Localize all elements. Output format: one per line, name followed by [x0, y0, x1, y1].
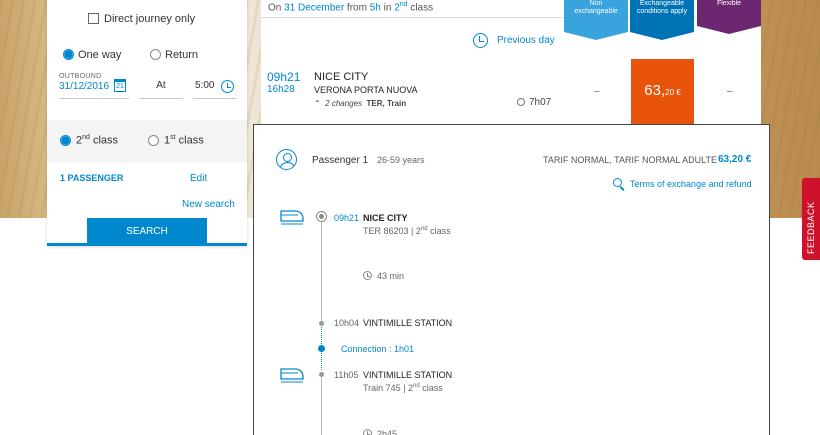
- return-radio[interactable]: [150, 49, 161, 60]
- arrival-station: VERONA PORTA NUOVA: [314, 85, 418, 95]
- terms-link[interactable]: Terms of exchange and refund: [630, 179, 752, 189]
- departure-station: NICE CITY: [314, 71, 369, 83]
- segment-station: VINTIMILLE STATION: [363, 370, 453, 380]
- segment-time: 10h04: [334, 318, 360, 328]
- price-value: 63,20 €: [644, 82, 681, 99]
- direct-journey-checkbox[interactable]: [88, 13, 99, 24]
- return-label: Return: [165, 49, 199, 61]
- fare-notch: [564, 32, 628, 40]
- fare-unavailable: –: [727, 86, 733, 97]
- duration-icon: [363, 271, 372, 280]
- timeline-segment: [321, 222, 322, 322]
- timeline-start-node: [316, 211, 327, 222]
- one-way-radio[interactable]: [63, 49, 74, 60]
- fare-exchangeable-header[interactable]: Exchangeable conditions apply: [630, 0, 694, 32]
- duration-icon: [363, 429, 372, 435]
- arrival-time: 16h28: [267, 84, 295, 95]
- selected-price-button[interactable]: 63,20 €: [631, 59, 694, 127]
- first-class-radio[interactable]: [148, 135, 159, 146]
- segment-time: 11h05: [334, 370, 359, 380]
- new-search-link[interactable]: New search: [182, 199, 235, 210]
- departure-time: 09h21: [267, 70, 301, 84]
- tariff-price: 63,20 €: [718, 154, 752, 165]
- timeline-stop-dot: [319, 372, 324, 377]
- person-icon: [276, 149, 297, 170]
- segment-time: 09h21: [334, 213, 360, 223]
- passenger-label: Passenger 1: [312, 155, 369, 166]
- direct-journey-label: Direct journey only: [104, 13, 196, 25]
- segment-duration: 43 min: [377, 271, 405, 281]
- timeline-connection-dot: [318, 345, 325, 352]
- search-panel: Direct journey only One way Return OUTBO…: [47, 0, 247, 246]
- clock-icon[interactable]: [221, 80, 234, 93]
- one-way-label: One way: [78, 49, 122, 61]
- timeline-segment: [321, 375, 322, 435]
- at-select[interactable]: At: [139, 73, 183, 99]
- passenger-count: 1 PASSENGER: [60, 173, 124, 183]
- connection-time: Connection : 1h01: [341, 344, 415, 354]
- fare-flexible-header[interactable]: Flexible: [697, 0, 761, 26]
- segment-train: TER 86203 | 2nd class: [363, 226, 451, 236]
- segment-train: Train 745 | 2nd class: [363, 383, 443, 393]
- second-class-label: 2nd class: [76, 134, 119, 147]
- changes-toggle[interactable]: ⌃ 2 changes TER, Train: [314, 99, 406, 108]
- segment-station: NICE CITY: [363, 213, 408, 223]
- fare-non-exchangeable-header[interactable]: Non exchangeable: [564, 0, 628, 32]
- search-button[interactable]: SEARCH: [87, 218, 207, 246]
- chevron-up-icon: ⌃: [314, 99, 321, 108]
- train-icon: [280, 368, 304, 383]
- feedback-tab[interactable]: FEEDBACK: [802, 178, 820, 260]
- edit-passengers-link[interactable]: Edit: [190, 173, 207, 184]
- fare-notch: [630, 32, 694, 40]
- previous-day-clock-icon[interactable]: [473, 33, 488, 48]
- fare-notch: [697, 26, 761, 34]
- duration-icon: [517, 98, 525, 106]
- fare-unavailable: –: [594, 86, 600, 97]
- first-class-label: 1st class: [164, 134, 204, 147]
- journey-duration: 7h07: [529, 97, 552, 108]
- search-icon[interactable]: [613, 178, 622, 187]
- results-summary: On 31 December from 5h in 2nd class: [268, 1, 434, 14]
- calendar-icon[interactable]: 21: [114, 79, 126, 92]
- panel-bottom-bar: [47, 243, 247, 246]
- segment-station: VINTIMILLE STATION: [363, 318, 453, 328]
- feedback-label: FEEDBACK: [806, 201, 816, 254]
- passenger-age: 26-59 years: [377, 155, 425, 165]
- previous-day-link[interactable]: Previous day: [497, 35, 555, 46]
- train-icon: [280, 210, 304, 225]
- second-class-radio[interactable]: [60, 135, 71, 146]
- tariff-name: TARIF NORMAL, TARIF NORMAL ADULTE: [543, 155, 718, 165]
- journey-detail-card: Passenger 1 26-59 years TARIF NORMAL, TA…: [253, 124, 770, 435]
- outbound-label: OUTBOUND: [59, 73, 102, 80]
- segment-duration: 2h45: [377, 429, 398, 435]
- timeline-stop-dot: [319, 321, 324, 326]
